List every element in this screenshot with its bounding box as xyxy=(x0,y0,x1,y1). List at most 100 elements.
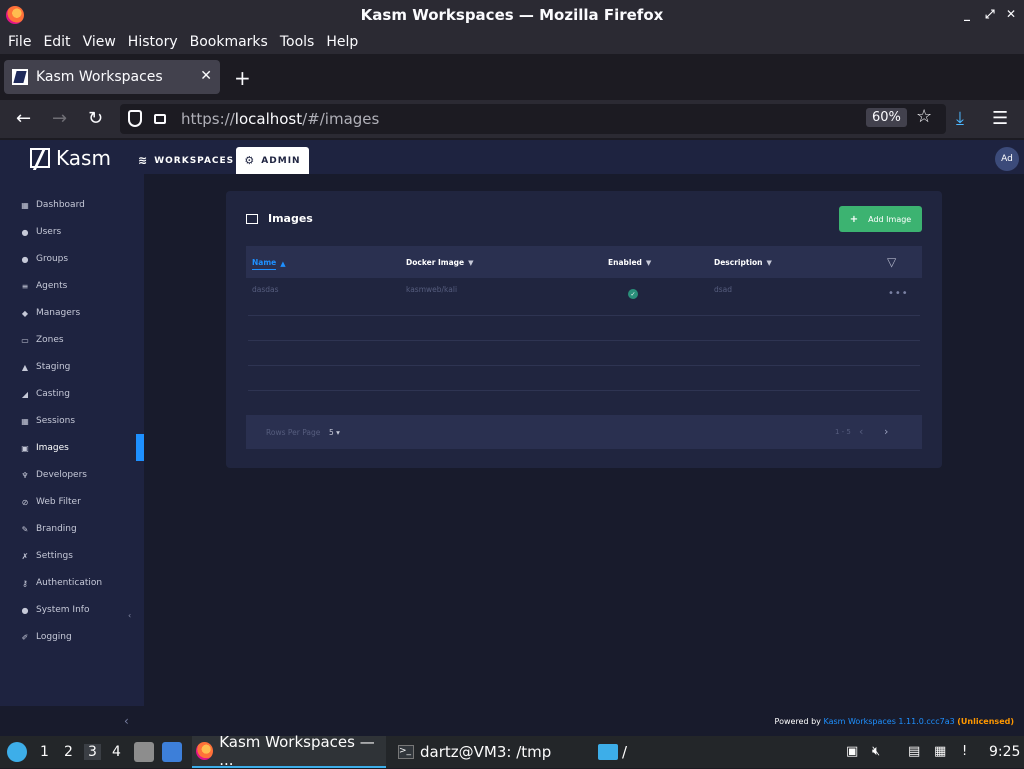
image-icon: ▣ xyxy=(21,443,29,453)
desktop-launcher-icon[interactable] xyxy=(162,742,182,762)
kasm-logo-icon xyxy=(30,148,50,168)
panel-title: Images xyxy=(246,212,313,225)
sidebar-item-users[interactable]: ● Users xyxy=(20,225,62,239)
menu-help[interactable]: Help xyxy=(322,34,362,50)
rows-per-page-select[interactable]: 5 ▾ xyxy=(329,428,340,437)
sidebar-item-zones[interactable]: ▭ Zones xyxy=(20,333,63,347)
window-titlebar: Kasm Workspaces — Mozilla Firefox _ ⤢ ✕ xyxy=(0,0,1024,30)
next-page-icon[interactable]: › xyxy=(884,425,888,438)
tab-close-icon[interactable]: ✕ xyxy=(200,68,212,84)
plus-icon: + xyxy=(849,213,859,225)
firefox-icon xyxy=(196,742,214,760)
sidebar-item-developers[interactable]: ♆ Developers xyxy=(20,468,87,482)
clipboard-icon[interactable]: ▤ xyxy=(908,744,920,759)
images-table: Name ▲ Docker Image ▼ Enabled ▼ Description… xyxy=(246,246,922,449)
task-firefox[interactable]: Kasm Workspaces — ... xyxy=(192,733,386,769)
menu-tools[interactable]: Tools xyxy=(276,34,319,50)
sidebar-item-agents[interactable]: ≡ Agents xyxy=(20,279,68,293)
tab-kasm-workspaces[interactable]: Kasm Workspaces ✕ xyxy=(4,60,220,94)
sidebar-item-authentication[interactable]: ⚷ Authentication xyxy=(20,576,102,590)
sidebar-item-managers[interactable]: ◆ Managers xyxy=(20,306,80,320)
network-icon[interactable]: ▦ xyxy=(934,744,946,759)
minimize-icon[interactable]: _ xyxy=(964,7,970,21)
list-icon: ≡ xyxy=(21,281,29,291)
sidebar-item-logging[interactable]: ✐ Logging xyxy=(20,630,72,644)
tracking-shield-icon[interactable] xyxy=(128,110,142,127)
sidebar-item-web-filter[interactable]: ⊘ Web Filter xyxy=(20,495,81,509)
column-header-docker-image[interactable]: Docker Image ▼ xyxy=(406,258,474,267)
sidebar-item-staging[interactable]: ▲ Staging xyxy=(20,360,70,374)
bookmark-star-icon[interactable]: ☆ xyxy=(916,106,932,127)
avatar[interactable]: Ad xyxy=(995,147,1019,171)
sidebar-item-sessions[interactable]: ▦ Sessions xyxy=(20,414,75,428)
sidebar-item-system-info[interactable]: ● System Info xyxy=(20,603,90,617)
sidebar-item-groups[interactable]: ● Groups xyxy=(20,252,69,266)
notification-icon[interactable]: ! xyxy=(962,744,967,759)
add-image-button[interactable]: + Add Image xyxy=(839,206,922,232)
row-actions-menu-icon[interactable]: ••• xyxy=(888,288,909,299)
table-icon: ▦ xyxy=(21,416,29,426)
kasm-app: Kasm ≋ WORKSPACES ⚙ ADMIN Ad ▦ Dashboard … xyxy=(0,140,1024,706)
forward-icon[interactable]: → xyxy=(52,108,67,129)
reload-icon[interactable]: ↻ xyxy=(88,108,103,129)
shield-icon: ◆ xyxy=(21,308,29,318)
info-icon: ● xyxy=(21,605,29,615)
cell-docker-image: kasmweb/kali xyxy=(406,285,458,294)
table-row[interactable]: dasdas kasmweb/kali ✓ dsad ••• xyxy=(248,278,920,316)
column-header-name[interactable]: Name ▲ xyxy=(252,258,286,270)
version-link[interactable]: Kasm Workspaces 1.11.0.ccc7a3 xyxy=(823,717,954,726)
sidebar-item-settings[interactable]: ✗ Settings xyxy=(20,549,73,563)
download-icon[interactable]: ⤓ xyxy=(956,108,964,129)
maximize-icon[interactable]: ⤢ xyxy=(985,7,995,22)
powered-by-text: Powered by Kasm Workspaces 1.11.0.ccc7a3… xyxy=(774,717,1014,726)
new-tab-button[interactable]: + xyxy=(234,66,251,90)
kasm-favicon-icon xyxy=(12,69,28,85)
file-manager-launcher-icon[interactable] xyxy=(134,742,154,762)
caret-down-icon: ▼ xyxy=(645,258,652,267)
gear-icon: ⚙ xyxy=(244,154,256,167)
close-window-icon[interactable]: ✕ xyxy=(1006,7,1016,21)
workspace-2[interactable]: 2 xyxy=(64,744,73,760)
column-header-description[interactable]: Description ▼ xyxy=(714,258,772,267)
lock-icon[interactable] xyxy=(154,114,166,124)
column-header-enabled[interactable]: Enabled ▼ xyxy=(608,258,651,267)
menu-edit[interactable]: Edit xyxy=(39,34,74,50)
nav-admin[interactable]: ⚙ ADMIN xyxy=(236,147,309,174)
start-menu-icon[interactable] xyxy=(7,742,27,762)
sidebar-item-dashboard[interactable]: ▦ Dashboard xyxy=(20,198,85,212)
workspace-3[interactable]: 3 xyxy=(84,744,101,760)
grid-icon: ▦ xyxy=(21,200,29,210)
url-text[interactable]: https://localhost/#/images xyxy=(181,110,379,128)
workspace-4[interactable]: 4 xyxy=(112,744,121,760)
mute-volume-icon[interactable]: 🔇︎ xyxy=(872,744,880,759)
sidebar-item-images[interactable]: ▣ Images xyxy=(20,441,69,455)
nav-workspaces[interactable]: ≋ WORKSPACES xyxy=(138,154,234,167)
filter-icon[interactable]: ▽ xyxy=(887,255,896,269)
hamburger-menu-icon[interactable]: ☰ xyxy=(992,108,1008,129)
task-folder[interactable]: / xyxy=(596,736,646,768)
kasm-logo[interactable]: Kasm xyxy=(30,146,111,170)
back-icon[interactable]: ← xyxy=(16,108,31,129)
menu-view[interactable]: View xyxy=(79,34,120,50)
updates-tray-icon[interactable]: ▣ xyxy=(846,744,858,759)
app-header: Kasm ≋ WORKSPACES ⚙ ADMIN Ad xyxy=(0,140,1024,174)
zoom-level-badge[interactable]: 60% xyxy=(866,108,907,127)
collapse-sidebar-icon[interactable]: ‹ xyxy=(124,714,129,728)
sidebar-item-branding[interactable]: ✎ Branding xyxy=(20,522,77,536)
app-footer: ‹ Powered by Kasm Workspaces 1.11.0.ccc7… xyxy=(0,706,1024,736)
task-terminal[interactable]: >_ dartz@VM3: /tmp xyxy=(394,736,584,768)
code-icon: ♆ xyxy=(21,470,29,480)
menu-file[interactable]: File xyxy=(4,34,35,50)
cell-description: dsad xyxy=(714,285,733,294)
workspace-1[interactable]: 1 xyxy=(40,744,49,760)
menu-bookmarks[interactable]: Bookmarks xyxy=(186,34,272,50)
url-bar[interactable]: https://localhost/#/images 60% ☆ xyxy=(120,104,946,134)
wrench-icon: ✗ xyxy=(21,551,29,561)
firefox-logo-icon xyxy=(6,6,24,24)
key-icon: ⚷ xyxy=(22,578,28,588)
chevron-left-icon[interactable]: ‹ xyxy=(128,611,131,620)
caret-down-icon: ▼ xyxy=(468,258,474,267)
prev-page-icon[interactable]: ‹ xyxy=(859,425,863,438)
sidebar-item-casting[interactable]: ◢ Casting xyxy=(20,387,70,401)
menu-history[interactable]: History xyxy=(124,34,182,50)
